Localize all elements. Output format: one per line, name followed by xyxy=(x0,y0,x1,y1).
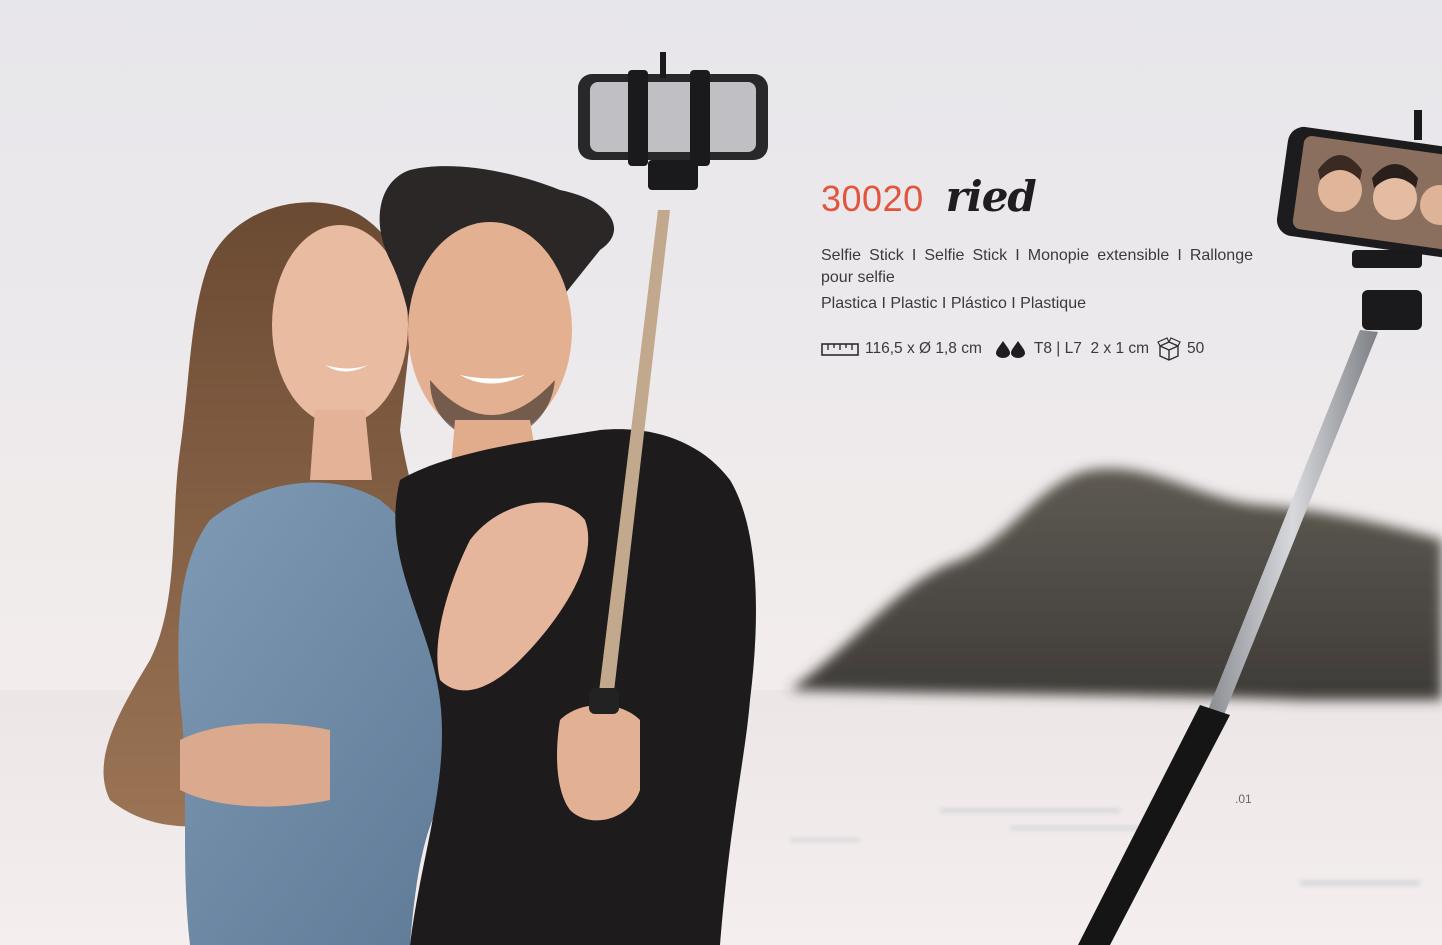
ink-drops-icon xyxy=(994,340,1028,358)
product-code: 30020 xyxy=(821,178,924,219)
product-name: ried xyxy=(945,172,1037,221)
product-specs: 116,5 x Ø 1,8 cm T8 | L7 2 x 1 cm 50 xyxy=(821,337,1253,361)
page-number: .01 xyxy=(1235,792,1252,806)
package-quantity-text: 50 xyxy=(1187,340,1205,357)
catalog-page: 30020 ried Selfie Stick I Selfie Stick I… xyxy=(0,0,1442,945)
ruler-icon xyxy=(821,341,859,357)
product-material: Plastica I Plastic I Plástico I Plastiqu… xyxy=(821,295,1086,312)
dimensions-text: 116,5 x Ø 1,8 cm xyxy=(865,340,982,357)
product-info: 30020 ried Selfie Stick I Selfie Stick I… xyxy=(821,172,1253,361)
print-info-text: T8 | L7 2 x 1 cm xyxy=(1033,340,1150,357)
product-title: 30020 ried xyxy=(821,172,1253,221)
product-description: Selfie Stick I Selfie Stick I Monopie ex… xyxy=(821,247,1253,286)
package-box-icon xyxy=(1157,337,1181,361)
beach-photo xyxy=(0,52,1442,945)
